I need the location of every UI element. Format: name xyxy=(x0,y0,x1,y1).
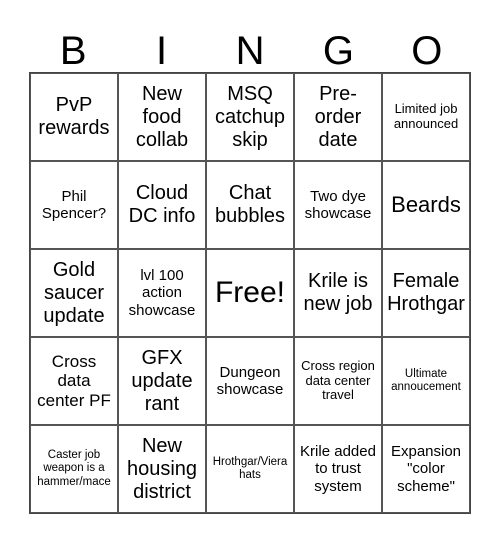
header-letter-i: I xyxy=(156,29,168,73)
bingo-cell[interactable]: Hrothgar/Viera hats xyxy=(206,425,294,513)
bingo-cell[interactable]: Cloud DC info xyxy=(118,161,206,249)
bingo-cell[interactable]: Cross region data center travel xyxy=(294,337,382,425)
bingo-cell[interactable]: MSQ catchup skip xyxy=(206,73,294,161)
bingo-cell[interactable]: Limited job announced xyxy=(382,73,470,161)
free-space-cell[interactable]: Free! xyxy=(206,249,294,337)
bingo-cell[interactable]: Dungeon showcase xyxy=(206,337,294,425)
bingo-cell[interactable]: Two dye showcase xyxy=(294,161,382,249)
bingo-cell[interactable]: Phil Spencer? xyxy=(30,161,118,249)
bingo-cell[interactable]: GFX update rant xyxy=(118,337,206,425)
bingo-cell[interactable]: Chat bubbles xyxy=(206,161,294,249)
bingo-cell[interactable]: Krile added to trust system xyxy=(294,425,382,513)
bingo-cell[interactable]: Ultimate annoucement xyxy=(382,337,470,425)
bingo-cell[interactable]: Gold saucer update xyxy=(30,249,118,337)
header-letter-b: B xyxy=(59,29,87,73)
bingo-cell[interactable]: Krile is new job xyxy=(294,249,382,337)
bingo-grid: PvP rewards New food collab MSQ catchup … xyxy=(29,72,471,514)
bingo-cell[interactable]: Caster job weapon is a hammer/mace xyxy=(30,425,118,513)
bingo-cell[interactable]: Expansion "color scheme" xyxy=(382,425,470,513)
header-letter-n: N xyxy=(235,29,265,73)
bingo-cell[interactable]: lvl 100 action showcase xyxy=(118,249,206,337)
bingo-cell[interactable]: Female Hrothgar xyxy=(382,249,470,337)
bingo-cell[interactable]: New housing district xyxy=(118,425,206,513)
bingo-header: B I N G O xyxy=(29,30,471,72)
header-letter-g: G xyxy=(322,29,354,73)
header-letter-o: O xyxy=(411,29,443,73)
bingo-cell[interactable]: New food collab xyxy=(118,73,206,161)
bingo-cell[interactable]: Pre-order date xyxy=(294,73,382,161)
bingo-cell[interactable]: Cross data center PF xyxy=(30,337,118,425)
bingo-cell[interactable]: Beards xyxy=(382,161,470,249)
bingo-cell[interactable]: PvP rewards xyxy=(30,73,118,161)
